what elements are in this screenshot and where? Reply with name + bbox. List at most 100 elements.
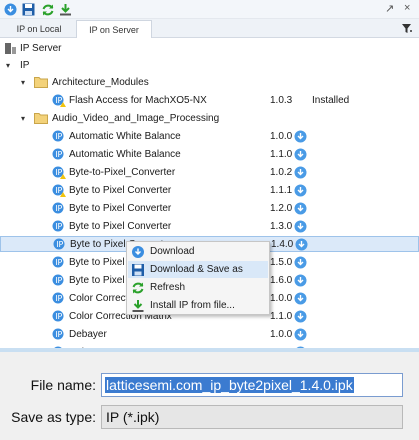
tree-item-label: Byte to Pixel Converter [69, 220, 172, 232]
ip-module-icon: IP [52, 310, 65, 323]
tab-ip-on-server[interactable]: IP on Server [76, 20, 152, 38]
tree-node-ip-server[interactable]: IP Server [0, 40, 419, 56]
menu-item-download[interactable]: Download [128, 243, 268, 260]
download-circle-icon[interactable] [295, 238, 308, 251]
tree-item-version: 1.0.0 [270, 328, 293, 340]
tree-item[interactable]: IP Byte to Pixel Converter 1.2.0 [0, 200, 419, 216]
ip-module-icon: IP [52, 166, 66, 179]
tree-item-version: 1.5.0 [270, 256, 293, 268]
tree-item[interactable]: IP Byte to Pixel Converter 1.1.1 [0, 182, 419, 198]
download-circle-icon[interactable] [294, 148, 307, 161]
filter-icon[interactable] [401, 23, 413, 35]
ip-module-icon: IP [52, 220, 65, 233]
chevron-down-icon[interactable]: ▾ [4, 61, 12, 70]
ip-module-icon: IP [52, 184, 66, 197]
chevron-down-icon[interactable]: ▾ [19, 78, 27, 87]
server-icon [4, 42, 17, 55]
ip-module-icon: IP [52, 148, 65, 161]
refresh-icon[interactable] [40, 2, 55, 17]
save-icon[interactable] [21, 2, 36, 17]
tree-item-version: 1.1.0 [270, 148, 293, 160]
file-name-input[interactable]: latticesemi.com_ip_byte2pixel_1.4.0.ipk [101, 373, 403, 397]
tree-item[interactable]: IP Automatic White Balance 1.1.0 [0, 146, 419, 162]
svg-text:IP: IP [55, 204, 62, 213]
ip-module-icon: IP [52, 202, 65, 215]
download-circle-icon[interactable] [294, 202, 307, 215]
download-circle-icon[interactable] [294, 184, 307, 197]
tree-node-label: IP [20, 59, 30, 71]
svg-text:IP: IP [55, 330, 62, 339]
file-name-label: File name: [30, 377, 96, 393]
tree-folder-audio-video-image-processing[interactable]: ▾ Audio_Video_and_Image_Processing [0, 110, 419, 126]
svg-text:IP: IP [55, 186, 62, 195]
menu-item-label: Install IP from file... [150, 300, 235, 311]
tree-item-version: 1.1.0 [270, 310, 293, 322]
tree-item-label: Automatic White Balance [69, 130, 181, 142]
tree-node-label: IP Server [20, 42, 62, 54]
tree-folder-architecture-modules[interactable]: ▾ Architecture_Modules [0, 74, 419, 90]
ip-module-icon: IP [52, 274, 65, 287]
tree-item-label: Byte to Pixel Converter [69, 184, 172, 196]
tree-item[interactable]: IP Automatic White Balance 1.0.0 [0, 128, 419, 144]
download-circle-icon[interactable] [294, 292, 307, 305]
refresh-icon [131, 281, 145, 295]
folder-icon [34, 112, 48, 125]
save-as-type-value: IP (*.ipk) [106, 409, 160, 425]
svg-text:IP: IP [55, 168, 62, 177]
download-circle-icon[interactable] [294, 130, 307, 143]
download-circle-icon[interactable] [294, 256, 307, 269]
tab-ip-on-local[interactable]: IP on Local [2, 20, 76, 38]
install-icon [131, 299, 145, 313]
svg-text:IP: IP [55, 222, 62, 231]
svg-text:IP: IP [56, 240, 63, 249]
tree-item[interactable]: IP Flash Access for MachXO5-NX 1.0.3 Ins… [0, 92, 419, 108]
tree-item-version: 1.0.0 [270, 130, 293, 142]
tree-item-label: Debayer [69, 328, 107, 340]
ip-module-icon: IP [52, 256, 65, 269]
menu-item-download-save-as[interactable]: Download & Save as [128, 261, 268, 278]
tree-item[interactable]: IP Debayer 1.0.0 [0, 326, 419, 342]
svg-text:IP: IP [55, 276, 62, 285]
tree-item-label: Flash Access for MachXO5-NX [69, 94, 207, 106]
tree-folder-label: Audio_Video_and_Image_Processing [52, 112, 220, 124]
toolbar: ↗ × [0, 0, 419, 19]
tree-item-version: 1.0.0 [270, 292, 293, 304]
download-circle-icon[interactable] [294, 274, 307, 287]
download-circle-icon [131, 245, 145, 259]
file-name-value: latticesemi.com_ip_byte2pixel_1.4.0.ipk [105, 377, 354, 393]
svg-text:IP: IP [55, 312, 62, 321]
download-circle-icon[interactable] [294, 310, 307, 323]
tree-item[interactable]: IP Byte-to-Pixel_Converter 1.0.2 [0, 164, 419, 180]
tree-item[interactable]: IP Byte to Pixel Converter 1.3.0 [0, 218, 419, 234]
tree-item-version: 1.0.3 [270, 94, 293, 106]
install-icon[interactable] [58, 2, 73, 17]
download-circle-icon[interactable] [294, 220, 307, 233]
menu-item-refresh[interactable]: Refresh [128, 279, 268, 296]
chevron-down-icon[interactable]: ▾ [19, 114, 27, 123]
tree-item-label: Byte to Pixel Converter [69, 202, 172, 214]
ip-module-icon: IP [52, 292, 65, 305]
tree-item-label: Automatic White Balance [69, 148, 181, 160]
download-circle-icon[interactable] [294, 166, 307, 179]
save-as-type-select[interactable]: IP (*.ipk) [101, 405, 403, 429]
ip-module-icon: IP [53, 238, 66, 251]
tree-folder-label: Architecture_Modules [52, 76, 149, 88]
tab-bar: IP on Local IP on Server [0, 19, 419, 38]
status-badge: Installed [312, 94, 350, 106]
tree-item-version: 1.6.0 [270, 274, 293, 286]
tree-node-ip[interactable]: ▾ IP [0, 57, 419, 73]
save-dialog: File name: latticesemi.com_ip_byte2pixel… [0, 348, 419, 440]
ip-module-icon: IP [52, 328, 65, 341]
download-circle-icon[interactable] [294, 328, 307, 341]
menu-item-label: Refresh [150, 282, 186, 293]
save-icon [131, 263, 145, 277]
tree-item-version: 1.0.2 [270, 166, 293, 178]
menu-item-label: Download & Save as [150, 264, 243, 275]
close-icon[interactable]: × [404, 2, 410, 14]
svg-text:IP: IP [55, 150, 62, 159]
popout-icon[interactable]: ↗ [385, 2, 394, 15]
download-circle-icon[interactable] [3, 2, 18, 17]
save-as-type-label: Save as type: [11, 409, 96, 425]
menu-item-install-ip-from-file[interactable]: Install IP from file... [128, 297, 268, 314]
svg-text:IP: IP [55, 132, 62, 141]
